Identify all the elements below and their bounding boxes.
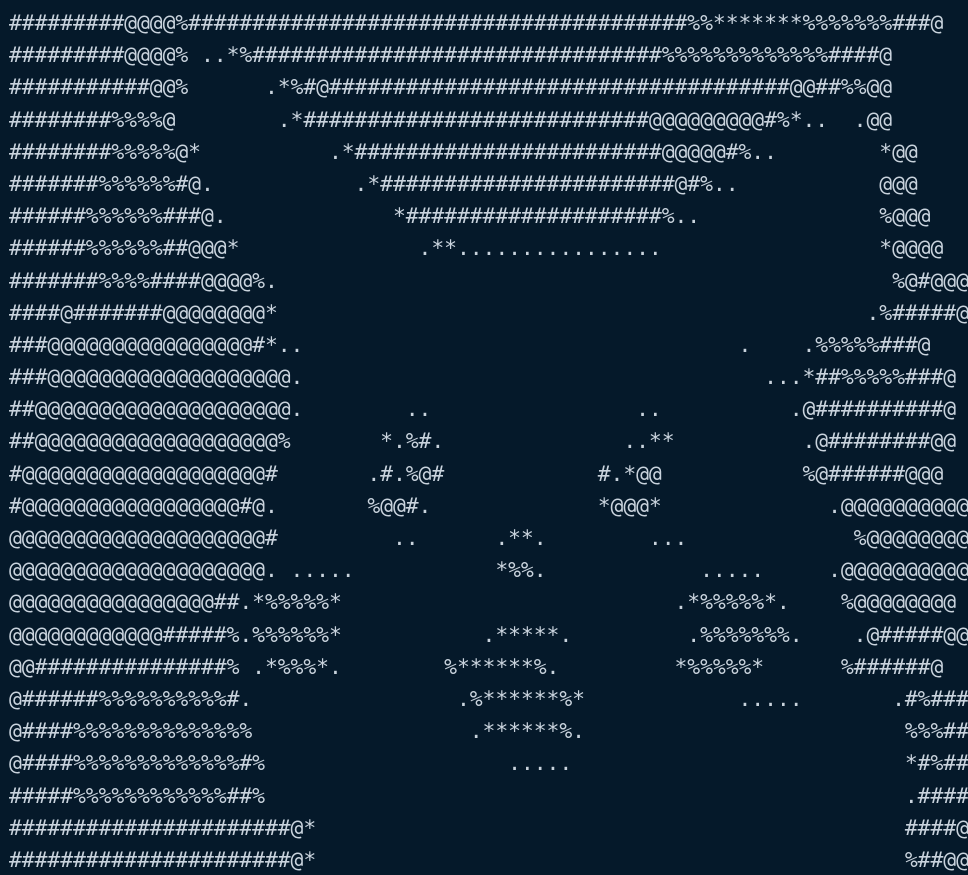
terminal-line-22: @######%%%%%%%%%%#. .%******%* ..... .#%… xyxy=(9,686,968,712)
terminal-line-24: @####%%%%%%%%%%%%%#% ..... *#%###@ xyxy=(9,751,968,777)
terminal-line-8: ######%%%%%%##@@@* .**................ *… xyxy=(9,236,944,262)
terminal-line-10: ####@#######@@@@@@@@* .%#####@ xyxy=(9,300,968,326)
terminal-line-12: ###@@@@@@@@@@@@@@@@@@@. ...*##%%%%%###@ xyxy=(9,365,957,391)
terminal-line-25: #####%%%%%%%%%%%%##% .#####@ xyxy=(9,783,968,809)
terminal-line-7: ######%%%%%%###@. *####################%… xyxy=(9,204,931,230)
terminal-line-23: @####%%%%%%%%%%%%%% .******%. %%%###@ xyxy=(9,719,968,745)
terminal-window[interactable]: #########@@@@%##########################… xyxy=(0,0,968,875)
terminal-line-9: #######%%%%####@@@@%. %@#@@@ xyxy=(9,268,968,294)
terminal-line-1: #########@@@@%##########################… xyxy=(9,11,944,36)
terminal-line-3: ###########@@% .*%#@####################… xyxy=(9,75,893,101)
terminal-line-16: #@@@@@@@@@@@@@@@@@#@. %@@#. *@@@* .@@@@@… xyxy=(9,493,968,519)
terminal-line-19: @@@@@@@@@@@@@@@@##.*%%%%%* .*%%%%%*. %@@… xyxy=(9,590,957,616)
terminal-line-14: ##@@@@@@@@@@@@@@@@@@@% *.%#. ..** .@####… xyxy=(9,429,957,455)
terminal-line-21: @@###############% .*%%%*. %******%. *%%… xyxy=(9,654,944,680)
terminal-line-4: ########%%%%@ .*########################… xyxy=(9,107,893,133)
terminal-line-18: @@@@@@@@@@@@@@@@@@@@. ..... *%%. ..... .… xyxy=(9,558,968,584)
terminal-line-26: ######################@* ####@@ xyxy=(9,815,968,841)
terminal-line-15: #@@@@@@@@@@@@@@@@@@@# .#.%@# #.*@@ %@###… xyxy=(9,461,944,487)
terminal-line-13: ##@@@@@@@@@@@@@@@@@@@@. .. .. .@########… xyxy=(9,397,957,423)
terminal-line-11: ###@@@@@@@@@@@@@@@@#*.. . .%%%%%###@ xyxy=(9,332,931,358)
terminal-line-2: #########@@@@% ..*%#####################… xyxy=(9,43,893,69)
terminal-output: #########@@@@%##########################… xyxy=(9,8,968,875)
terminal-line-5: ########%%%%%@* .*######################… xyxy=(9,139,918,165)
terminal-line-6: #######%%%%%%#@. .*#####################… xyxy=(9,171,918,197)
terminal-line-17: @@@@@@@@@@@@@@@@@@@@# .. .**. ... %@@@@@… xyxy=(9,526,968,551)
terminal-line-20: @@@@@@@@@@@@#####%.%%%%%%* .*****. .%%%%… xyxy=(9,622,968,648)
terminal-line-27: ######################@* %##@@ xyxy=(9,847,968,873)
